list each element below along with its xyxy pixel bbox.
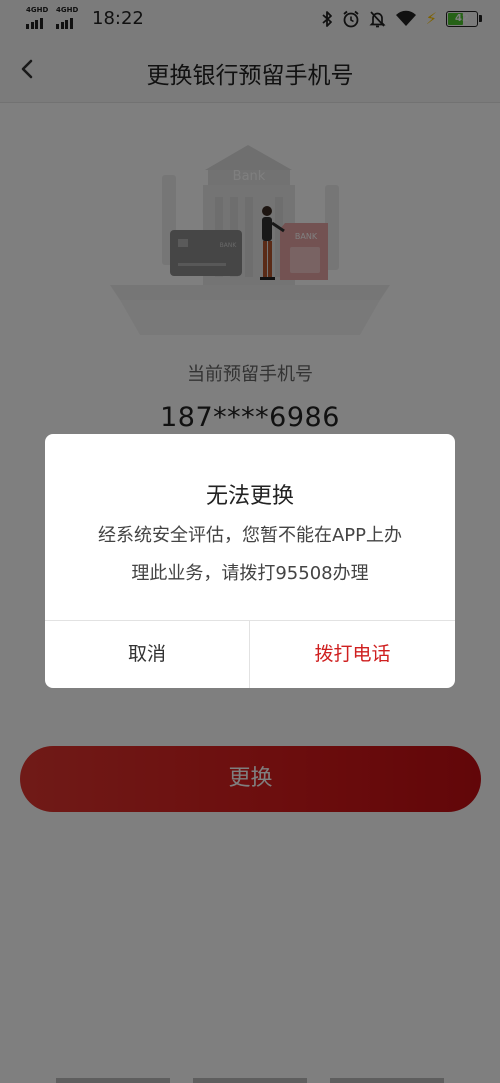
dialog-message: 经系统安全评估，您暂不能在APP上办 理此业务，请拨打95508办理 — [67, 517, 433, 593]
call-button[interactable]: 拨打电话 — [250, 621, 455, 688]
dialog-message-line: 理此业务，请拨打95508办理 — [131, 563, 369, 584]
dialog-title: 无法更换 — [205, 484, 294, 509]
dialog-message-line: 经系统安全评估，您暂不能在APP上办 — [97, 525, 403, 546]
cancel-button[interactable]: 取消 — [45, 621, 249, 688]
alert-dialog: 无法更换 经系统安全评估，您暂不能在APP上办 理此业务，请拨打95508办理 … — [45, 434, 455, 688]
